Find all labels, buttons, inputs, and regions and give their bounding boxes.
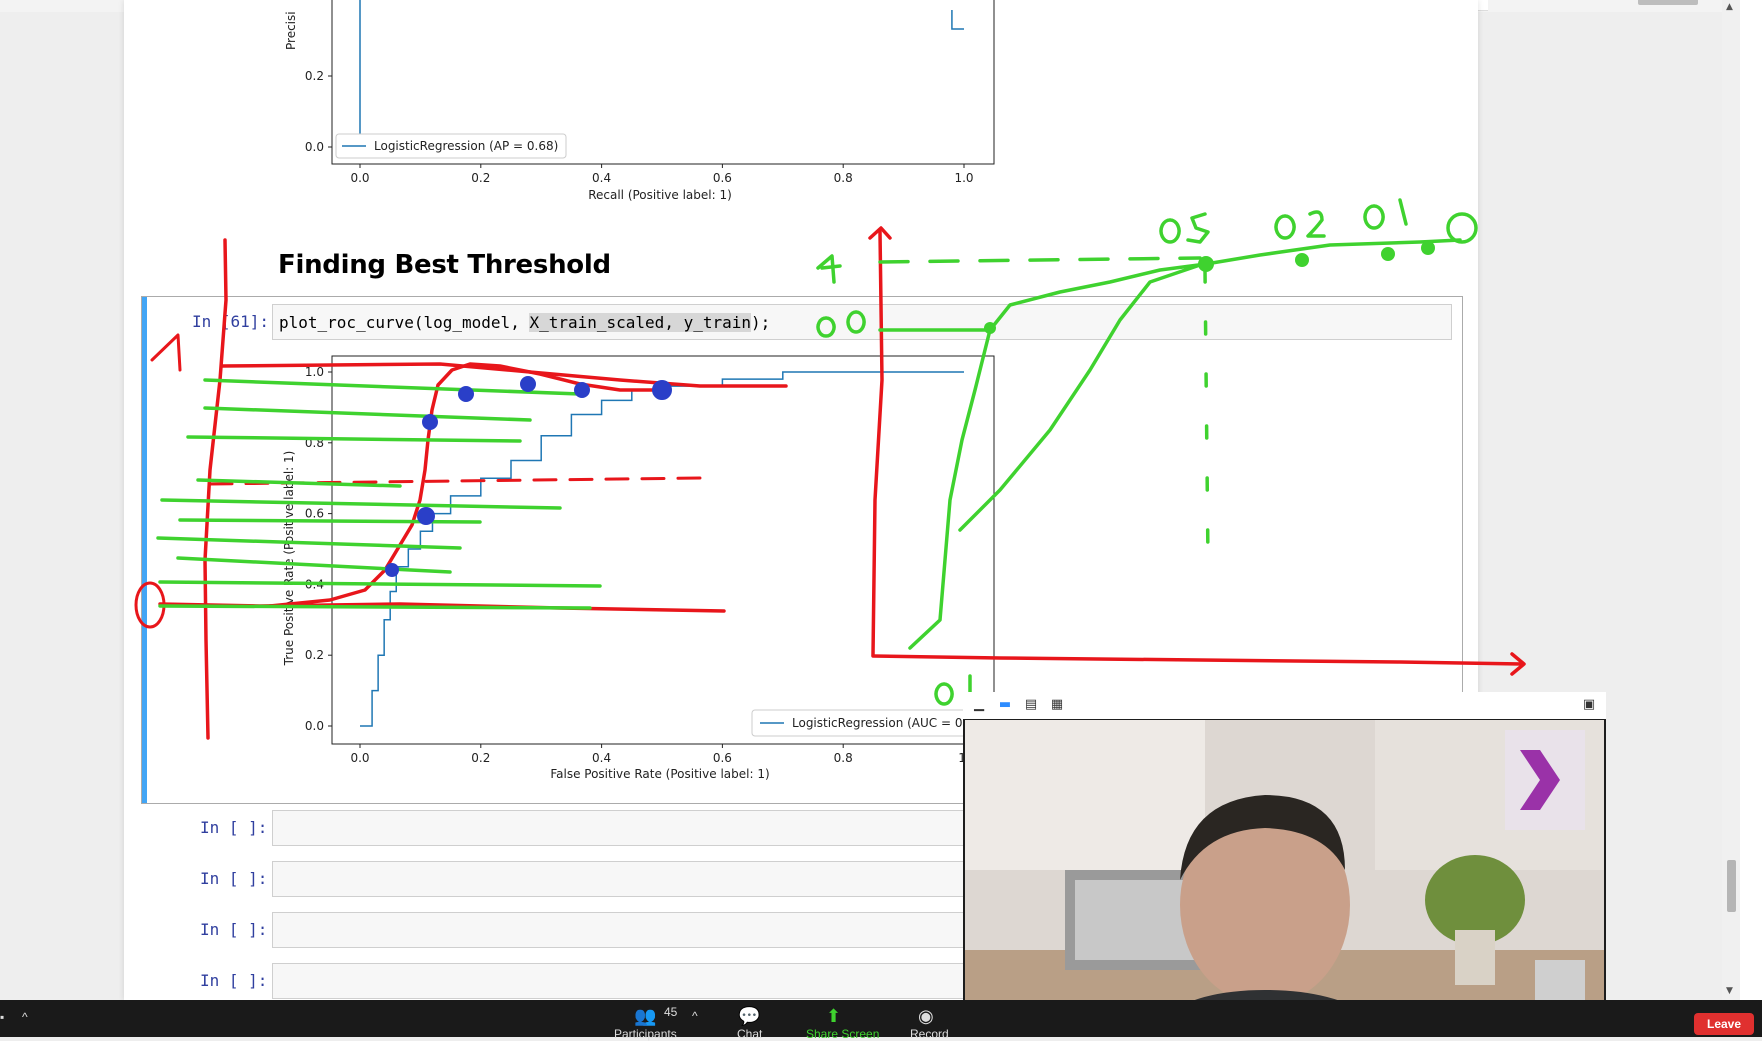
share-screen-label: Share Screen <box>806 1027 880 1041</box>
meeting-controls-bar: 👥 45 Participants ^ 💬 Chat ⬆ Share Scree… <box>0 1000 1762 1041</box>
chat-icon: 💬 <box>738 1006 761 1026</box>
pr-legend-label: LogisticRegression (AP = 0.68) <box>374 139 558 153</box>
scroll-down-icon[interactable]: ▼ <box>1726 986 1733 996</box>
webcam-laptop-screen <box>1075 880 1195 960</box>
pr-xtick-label: 1.0 <box>954 171 973 185</box>
pr-xtick-label: 0.2 <box>471 171 490 185</box>
pr-xlabel: Recall (Positive label: 1) <box>588 188 732 202</box>
chat-button[interactable]: 💬 Chat <box>735 1000 765 1041</box>
roc-xtick-label: 0.2 <box>471 751 490 765</box>
roc-frame <box>331 355 995 745</box>
empty-code-input[interactable] <box>272 963 972 999</box>
participants-button[interactable]: 👥 45 Participants <box>614 1000 700 1041</box>
video-overlay[interactable]: ▁ ▬ ▤ ▦ ▣ <box>963 692 1606 1037</box>
scroll-thumb[interactable] <box>1727 860 1736 912</box>
strip-view-icon[interactable]: ▤ <box>1023 698 1039 712</box>
scroll-up-icon[interactable]: ▲ <box>1726 2 1733 12</box>
empty-cell-prompt: In [ ]: <box>200 818 268 837</box>
cell-selection-bar <box>142 297 147 803</box>
exit-fullscreen-icon[interactable]: ▣ <box>1581 698 1597 712</box>
webcam-window-light <box>965 720 1205 870</box>
pr-ytick-label: 0.0 <box>305 140 324 154</box>
roc-xtick-label: 0.4 <box>592 751 611 765</box>
cell-prompt: In [61]: <box>192 312 270 331</box>
webcam-feed <box>965 720 1604 1037</box>
roc-ytick-label: 0.0 <box>305 719 324 733</box>
pr-ytick-label: 0.2 <box>305 69 324 83</box>
section-heading: Finding Best Threshold <box>278 250 611 280</box>
toolbar-button[interactable] <box>1638 0 1698 5</box>
pr-xtick-label: 0.6 <box>713 171 732 185</box>
record-label: Record <box>910 1027 949 1041</box>
code-text-highlight: X_train_scaled, y_train <box>529 313 752 332</box>
empty-code-input[interactable] <box>272 912 972 948</box>
annot-red-right-x-arrowhead <box>1510 652 1526 676</box>
speaker-view-icon[interactable]: ▬ <box>997 698 1013 712</box>
code-text-pre: plot_roc_curve(log_model, <box>279 313 530 332</box>
pr-series-line <box>951 10 964 30</box>
roc-chart: 1.00.80.60.40.20.00.00.20.40.60.81.Logis… <box>282 355 1003 781</box>
roc-ytick-label: 0.6 <box>305 507 324 521</box>
video-toolbar: ▁ ▬ ▤ ▦ ▣ <box>963 692 1606 719</box>
roc-xtick-label: 0.8 <box>834 751 853 765</box>
pr-xtick-label: 0.4 <box>592 171 611 185</box>
window-right-edge <box>1740 0 1762 1000</box>
code-input[interactable]: plot_roc_curve(log_model, X_train_scaled… <box>272 304 1452 340</box>
vertical-scrollbar[interactable]: ▲ ▼ <box>1722 0 1740 1000</box>
pr-xtick-label: 0.8 <box>834 171 853 185</box>
roc-ylabel: True Positive Rate (Positive label: 1) <box>282 451 296 667</box>
code-text-post: ); <box>751 313 771 332</box>
empty-cell-prompt: In [ ]: <box>200 869 268 888</box>
share-screen-button[interactable]: ⬆ Share Screen <box>806 1000 879 1041</box>
chat-label: Chat <box>737 1027 763 1041</box>
minimize-icon[interactable]: ▁ <box>971 698 987 712</box>
roc-series-line <box>360 371 964 727</box>
taskbar-chevron-icon[interactable]: ^ <box>22 1000 36 1037</box>
participants-chevron-icon[interactable]: ^ <box>692 1000 708 1037</box>
record-button[interactable]: ◉ Record <box>910 1000 950 1041</box>
empty-cell-prompt: In [ ]: <box>200 920 268 939</box>
roc-ytick-label: 0.8 <box>305 436 324 450</box>
empty-code-input[interactable] <box>272 810 972 846</box>
roc-legend-label: LogisticRegression (AUC = 0. <box>792 716 966 730</box>
participants-count: 45 <box>664 1005 678 1019</box>
empty-code-input[interactable] <box>272 861 972 897</box>
pr-ylabel: Precisi <box>284 11 298 50</box>
taskbar-left-icon[interactable]: ▪ <box>0 1000 14 1037</box>
roc-xtick-label: 0.6 <box>713 751 732 765</box>
record-icon: ◉ <box>918 1006 934 1026</box>
leave-button[interactable]: Leave <box>1694 1013 1754 1035</box>
empty-cell-prompt: In [ ]: <box>200 971 268 990</box>
precision-recall-chart: 0.2 0.0 0.0 0.2 0.4 0.6 0.8 1.0 LogisticRegressi… <box>284 0 995 202</box>
roc-ytick-label: 0.4 <box>305 577 324 591</box>
webcam-pot <box>1455 930 1495 985</box>
participants-icon: 👥 <box>634 1006 657 1026</box>
roc-ytick-label: 0.2 <box>305 648 324 662</box>
pr-xtick-label: 0.0 <box>350 171 369 185</box>
roc-ytick-label: 1.0 <box>305 365 324 379</box>
share-screen-icon: ⬆ <box>826 1006 842 1026</box>
roc-xlabel: False Positive Rate (Positive label: 1) <box>550 767 769 781</box>
gallery-view-icon[interactable]: ▦ <box>1049 698 1065 712</box>
roc-xtick-label: 0.0 <box>350 751 369 765</box>
participants-label: Participants <box>614 1027 677 1041</box>
